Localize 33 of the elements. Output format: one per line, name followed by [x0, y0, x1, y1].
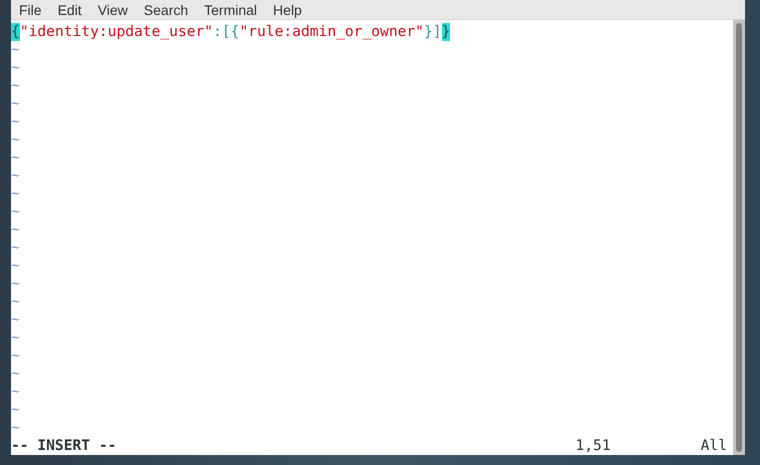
empty-line-tilde: ~ — [11, 329, 20, 347]
scroll-position: All — [700, 437, 728, 455]
empty-line-tilde: ~ — [11, 221, 20, 239]
empty-line-tilde: ~ — [11, 383, 20, 401]
mode-indicator: -- INSERT -- — [11, 437, 116, 455]
menu-item[interactable]: Terminal — [196, 0, 266, 18]
empty-line-tilde: ~ — [11, 311, 20, 329]
empty-line-tilde: ~ — [11, 41, 20, 59]
empty-line-tilde: ~ — [11, 365, 20, 383]
empty-line-tilde: ~ — [11, 419, 20, 437]
scrollbar-thumb[interactable] — [736, 23, 742, 452]
empty-line-tilde: ~ — [11, 185, 20, 203]
empty-line-tilde: ~ — [11, 77, 20, 95]
menu-item[interactable]: Search — [136, 0, 196, 18]
empty-line-tilde: ~ — [11, 113, 20, 131]
empty-line-tilde: ~ — [11, 167, 20, 185]
empty-line-tilde: ~ — [11, 131, 20, 149]
empty-line-tilde: ~ — [11, 257, 20, 275]
empty-line-tilde: ~ — [11, 59, 20, 77]
code-line: {"identity:update_user":[{"rule:admin_or_owner"}]} — [11, 23, 452, 41]
empty-line-tilde: ~ — [11, 293, 20, 311]
empty-line-tilde: ~ — [11, 401, 20, 419]
empty-line-tilde: ~ — [11, 203, 20, 221]
menu-item[interactable]: Edit — [50, 0, 90, 18]
empty-line-tilde: ~ — [11, 275, 20, 293]
menu-item[interactable]: View — [90, 0, 136, 18]
empty-line-tilde: ~ — [11, 95, 20, 113]
cursor-position: 1,51 — [575, 437, 611, 455]
empty-line-tilde: ~ — [11, 149, 20, 167]
empty-line-tilde: ~ — [11, 239, 20, 257]
empty-line-tilde: ~ — [11, 347, 20, 365]
menu-item[interactable]: Help — [265, 0, 310, 18]
menu-item[interactable]: File — [11, 0, 50, 18]
